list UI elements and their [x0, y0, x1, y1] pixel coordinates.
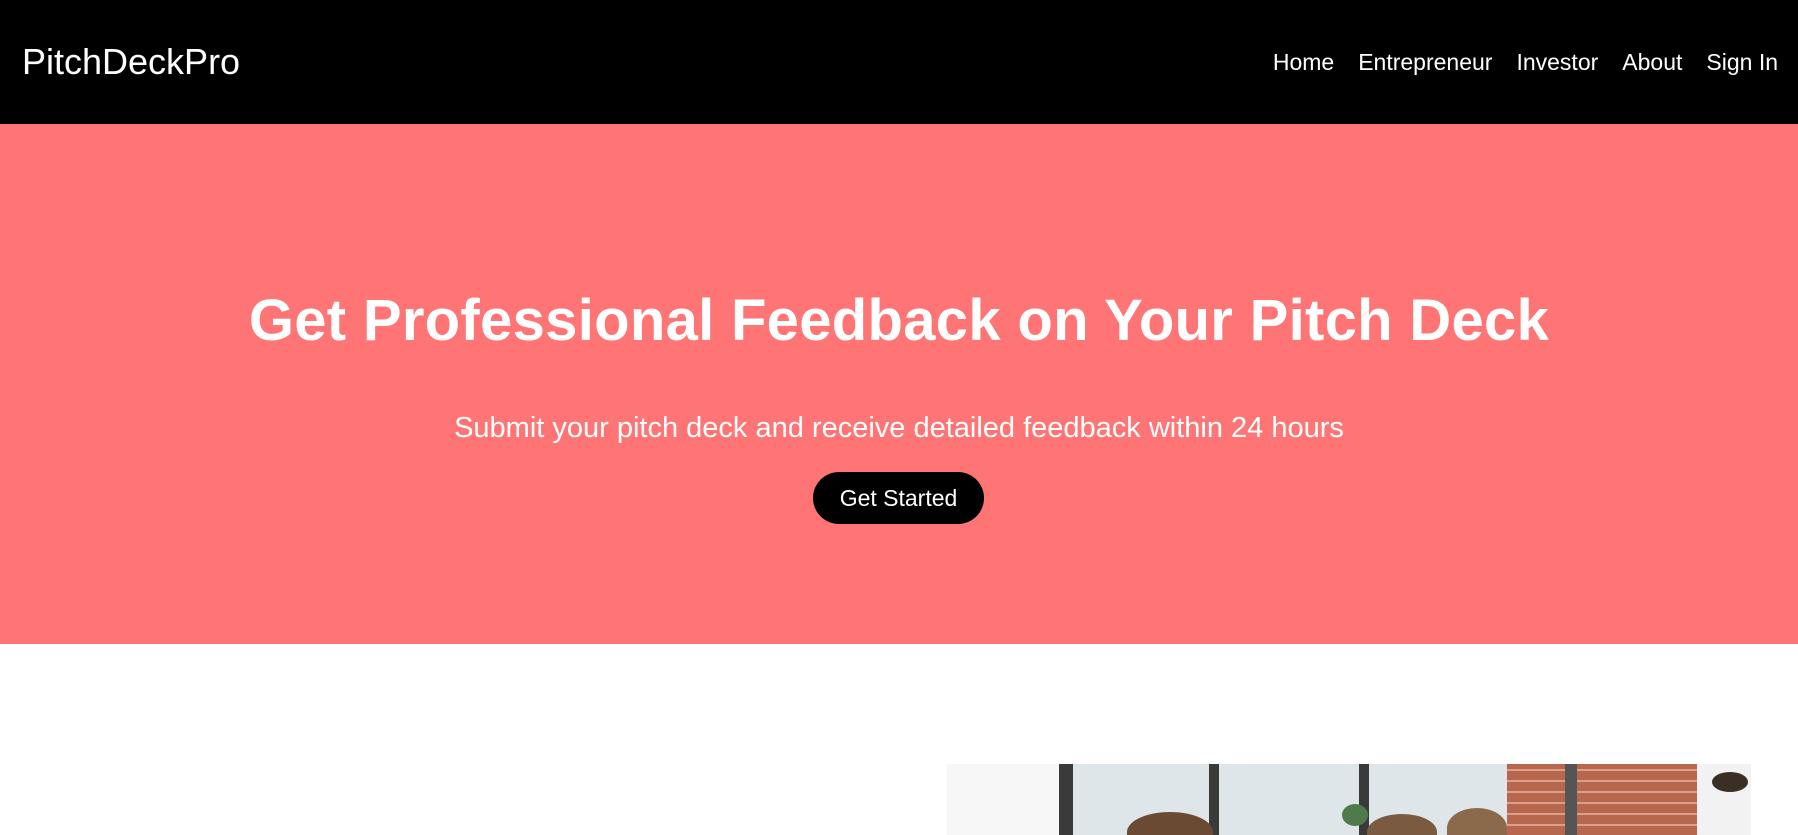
get-started-button[interactable]: Get Started [813, 472, 984, 524]
hero-section: Get Professional Feedback on Your Pitch … [0, 124, 1798, 644]
nav-link-investor[interactable]: Investor [1516, 49, 1598, 76]
nav-link-sign-in[interactable]: Sign In [1706, 49, 1778, 76]
hero-subtitle: Submit your pitch deck and receive detai… [454, 412, 1344, 444]
nav-link-home[interactable]: Home [1273, 49, 1334, 76]
office-team-photo [947, 764, 1751, 835]
hero-title: Get Professional Feedback on Your Pitch … [248, 288, 1550, 353]
photo-window-frame-1 [1059, 764, 1073, 835]
photo-brick-wall [1507, 764, 1697, 835]
nav-link-about[interactable]: About [1622, 49, 1682, 76]
nav-link-entrepreneur[interactable]: Entrepreneur [1358, 49, 1492, 76]
main-nav: Home Entrepreneur Investor About Sign In [1273, 49, 1778, 76]
photo-window-left [947, 764, 1059, 835]
top-navbar: PitchDeckPro Home Entrepreneur Investor … [0, 0, 1798, 124]
photo-person-hat [1712, 772, 1748, 792]
brand-logo-link[interactable]: PitchDeckPro [22, 41, 240, 83]
photo-pillar [1565, 764, 1577, 835]
photo-plant [1342, 804, 1368, 826]
photo-window-glass [1059, 764, 1507, 835]
